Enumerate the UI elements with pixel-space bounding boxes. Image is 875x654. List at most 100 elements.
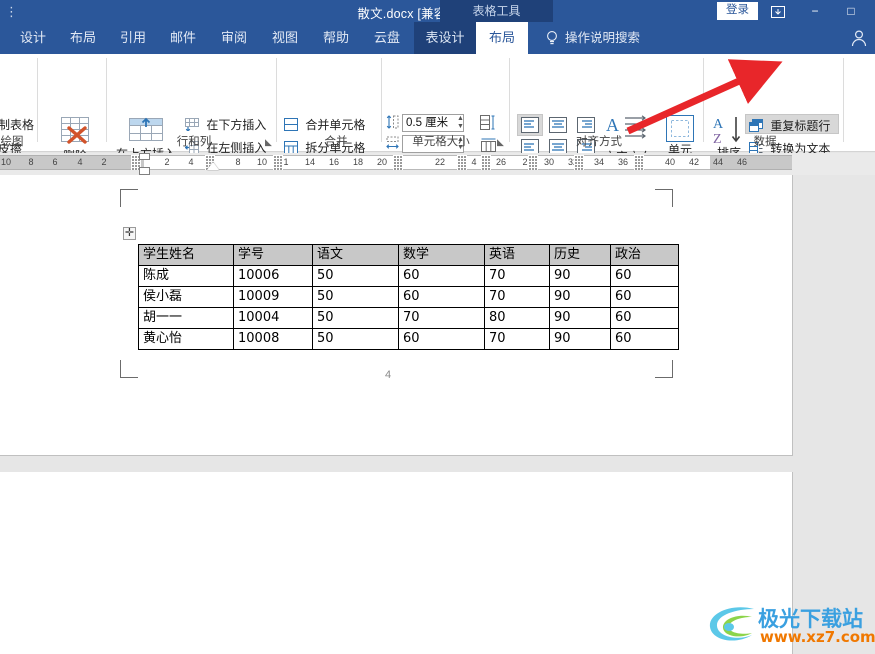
draw-table-button[interactable]: 制表格 <box>0 116 34 133</box>
tab-stop-marker[interactable] <box>634 155 644 170</box>
tab-layout[interactable]: 布局 <box>60 22 106 54</box>
table-header-cell[interactable]: 英语 <box>484 244 550 266</box>
table-header-cell[interactable]: 语文 <box>312 244 399 266</box>
ruler-tick-label: 30 <box>543 157 554 167</box>
group-label-rows-columns: 行和列 <box>176 136 212 148</box>
document-page-1: ✛ 学生姓名 学号 语文 数学 英语 历史 政治 陈成 10006 50 60 … <box>0 175 793 456</box>
tab-stop-marker[interactable] <box>574 155 584 170</box>
table-cell[interactable]: 60 <box>398 265 485 287</box>
group-label-cell-size: 单元格大小 <box>412 136 470 148</box>
table-cell[interactable]: 50 <box>312 286 399 308</box>
tab-stop-marker[interactable] <box>457 155 467 170</box>
table-cell[interactable]: 70 <box>484 328 550 350</box>
tab-table-design[interactable]: 表设计 <box>414 22 476 54</box>
table-row[interactable]: 侯小磊 10009 50 60 70 90 60 <box>138 286 679 308</box>
student-scores-table-page1[interactable]: 学生姓名 学号 语文 数学 英语 历史 政治 陈成 10006 50 60 70… <box>138 244 679 350</box>
tell-me-search[interactable]: 操作说明搜索 <box>565 22 640 54</box>
table-cell[interactable]: 50 <box>312 328 399 350</box>
ruler-tick-label: 4 <box>77 157 83 167</box>
table-row[interactable]: 黄心怡 10008 50 60 70 90 60 <box>138 328 679 350</box>
login-button[interactable]: 登录 <box>717 2 758 20</box>
table-cell[interactable]: 50 <box>312 265 399 287</box>
table-cell[interactable]: 90 <box>549 328 611 350</box>
table-move-handle-icon[interactable]: ✛ <box>123 227 136 240</box>
tab-stop-marker[interactable] <box>393 155 403 170</box>
table-cell[interactable]: 60 <box>610 307 679 329</box>
table-cell[interactable]: 90 <box>549 307 611 329</box>
rows-columns-dialog-launcher[interactable]: ◣ <box>265 138 274 147</box>
table-cell[interactable]: 90 <box>549 265 611 287</box>
maximize-button[interactable]: □ <box>833 0 869 22</box>
group-label-merge: 合并 <box>324 136 348 148</box>
table-cell[interactable]: 60 <box>610 286 679 308</box>
tab-stop-marker[interactable] <box>273 155 283 170</box>
table-cell[interactable]: 胡一一 <box>138 307 234 329</box>
table-cell[interactable]: 侯小磊 <box>138 286 234 308</box>
cell-size-dialog-launcher[interactable]: ◣ <box>497 138 506 147</box>
group-separator <box>106 58 107 142</box>
ribbon-tab-strip: 设计 布局 引用 邮件 审阅 视图 帮助 云盘 表设计 布局 操作说明搜索 <box>0 22 875 54</box>
table-cell[interactable]: 70 <box>484 265 550 287</box>
tab-mailings[interactable]: 邮件 <box>160 22 206 54</box>
table-cell[interactable]: 60 <box>398 328 485 350</box>
ribbon-display-options-icon <box>771 5 785 18</box>
table-cell[interactable]: 10009 <box>233 286 313 308</box>
tab-table-layout[interactable]: 布局 <box>476 22 528 54</box>
left-indent-marker[interactable] <box>139 167 150 175</box>
watermark-url: www.xz7.com <box>760 628 875 646</box>
first-line-indent-marker[interactable] <box>139 153 150 160</box>
distribute-rows-button[interactable] <box>480 115 497 135</box>
tab-help[interactable]: 帮助 <box>313 22 359 54</box>
insert-row-below-button[interactable]: 在下方插入 <box>185 116 266 133</box>
tab-stop-marker[interactable] <box>481 155 491 170</box>
table-cell[interactable]: 80 <box>484 307 550 329</box>
table-header-cell[interactable]: 数学 <box>398 244 485 266</box>
table-cell[interactable]: 70 <box>484 286 550 308</box>
minimize-button[interactable]: − <box>797 0 833 22</box>
tab-review[interactable]: 审阅 <box>211 22 257 54</box>
svg-text:A: A <box>713 117 724 132</box>
ruler-tick-label: 8 <box>28 157 34 167</box>
group-separator <box>381 58 382 142</box>
ribbon-layout-tab-content: 制表格 皮擦 绘图 删除 ⌄ <box>0 54 875 180</box>
tab-view[interactable]: 视图 <box>262 22 308 54</box>
ruler-tick-label: 2 <box>164 157 170 167</box>
table-cell[interactable]: 70 <box>398 307 485 329</box>
table-header-cell[interactable]: 历史 <box>549 244 611 266</box>
insert-row-below-label: 在下方插入 <box>206 118 267 132</box>
ruler-tick-label: 36 <box>617 157 628 167</box>
table-cell[interactable]: 陈成 <box>138 265 234 287</box>
delete-table-icon <box>61 117 89 144</box>
table-cell[interactable]: 60 <box>610 328 679 350</box>
ruler-tick-label: 46 <box>736 157 747 167</box>
table-cell[interactable]: 90 <box>549 286 611 308</box>
tab-stop-marker[interactable] <box>528 155 538 170</box>
tab-cloud-disk[interactable]: 云盘 <box>364 22 410 54</box>
table-cell[interactable]: 10008 <box>233 328 313 350</box>
table-header-cell[interactable]: 学生姓名 <box>138 244 234 266</box>
horizontal-ruler[interactable]: 10 8 6 4 2 2 4 8 10 1 14 16 18 20 22 4 2… <box>0 153 875 175</box>
table-header-row[interactable]: 学生姓名 学号 语文 数学 英语 历史 政治 <box>138 244 679 266</box>
document-canvas[interactable]: ✛ 学生姓名 学号 语文 数学 英语 历史 政治 陈成 10006 50 60 … <box>0 175 875 654</box>
table-row[interactable]: 陈成 10006 50 60 70 90 60 <box>138 265 679 287</box>
table-row[interactable]: 胡一一 10004 50 70 80 90 60 <box>138 307 679 329</box>
tab-references[interactable]: 引用 <box>110 22 156 54</box>
repeat-header-rows-label: 重复标题行 <box>770 119 831 133</box>
ribbon-display-options-button[interactable] <box>760 0 796 22</box>
table-cell[interactable]: 10004 <box>233 307 313 329</box>
row-height-spinner[interactable]: ▲ ▼ <box>455 115 466 131</box>
merge-cells-label: 合并单元格 <box>305 118 366 132</box>
table-cell[interactable]: 10006 <box>233 265 313 287</box>
account-person-icon[interactable] <box>849 28 869 48</box>
table-cell[interactable]: 60 <box>610 265 679 287</box>
ruler-tick-label: 14 <box>304 157 315 167</box>
table-header-cell[interactable]: 学号 <box>233 244 313 266</box>
table-header-cell[interactable]: 政治 <box>610 244 679 266</box>
table-cell[interactable]: 50 <box>312 307 399 329</box>
tab-design[interactable]: 设计 <box>10 22 56 54</box>
table-cell[interactable]: 黄心怡 <box>138 328 234 350</box>
hanging-indent-marker[interactable] <box>207 162 219 170</box>
repeat-header-rows-button[interactable]: 重复标题行 <box>749 117 830 134</box>
merge-cells-button[interactable]: 合并单元格 <box>284 116 365 133</box>
table-cell[interactable]: 60 <box>398 286 485 308</box>
